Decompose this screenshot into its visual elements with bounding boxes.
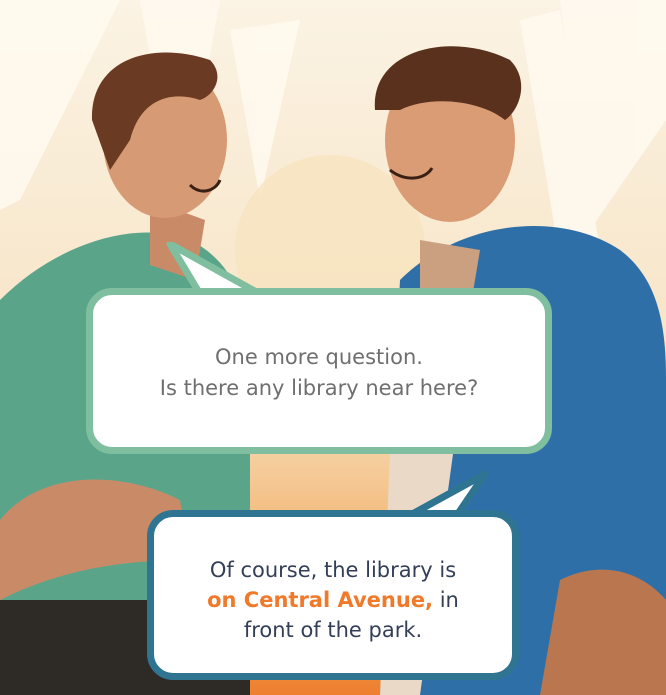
speech-line-2: on Central Avenue, in bbox=[154, 585, 512, 615]
speech-bubble-bottom: Of course, the library is on Central Ave… bbox=[147, 510, 519, 680]
speech-line-1: Of course, the library is bbox=[209, 558, 457, 582]
speech-line-2: Is there any library near here? bbox=[159, 376, 479, 400]
speech-line-1: One more question. bbox=[215, 345, 423, 369]
comic-scene: One more question. Is there any library … bbox=[0, 0, 666, 695]
speech-bubble-top: One more question. Is there any library … bbox=[86, 288, 552, 454]
highlighted-location: on Central Avenue, bbox=[207, 588, 434, 612]
speech-line-3: front of the park. bbox=[243, 618, 423, 642]
speech-line-2-rest: in bbox=[433, 588, 459, 612]
